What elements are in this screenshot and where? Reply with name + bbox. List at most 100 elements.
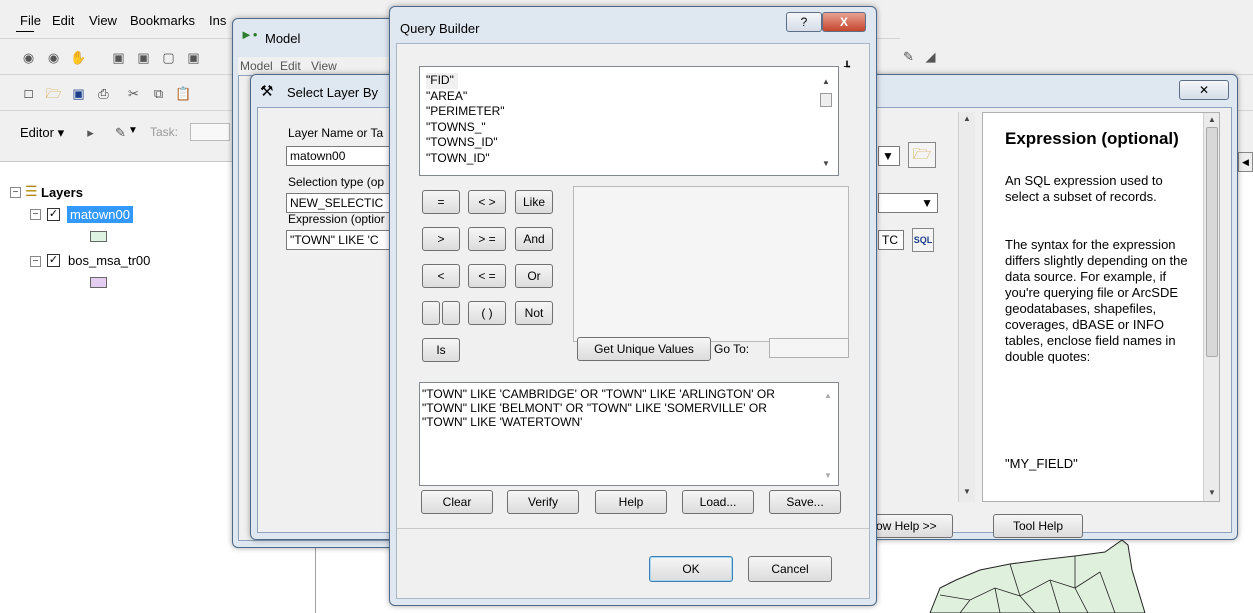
menu-bookmarks[interactable]: Bookmarks <box>130 13 195 28</box>
fields-scroll-thumb[interactable] <box>820 93 832 107</box>
paste-icon[interactable]: 📋 <box>175 85 192 102</box>
expr-scroll-down-icon[interactable]: ▼ <box>824 471 832 480</box>
ok-button[interactable]: OK <box>649 556 733 582</box>
op-percent-button[interactable] <box>442 301 460 325</box>
field-towns[interactable]: "TOWNS_" <box>426 120 505 136</box>
layer-dropdown[interactable]: ▼ <box>878 146 900 166</box>
op-less-button[interactable]: < <box>422 264 460 288</box>
scroll-up-icon[interactable]: ▲ <box>963 114 971 123</box>
cancel-button[interactable]: Cancel <box>748 556 832 582</box>
map-scroll-icon[interactable]: ◀ <box>1238 152 1253 172</box>
editor-menu[interactable]: Editor ▾ <box>20 125 64 141</box>
query-builder-window: Query Builder ? X "FID" "AREA" "PERIMETE… <box>389 6 877 606</box>
field-fid[interactable]: "FID" <box>426 73 458 89</box>
clear-button[interactable]: Clear <box>421 490 493 514</box>
expression-partial[interactable]: TC <box>878 230 904 250</box>
layers-root[interactable]: Layers <box>41 185 83 200</box>
qb-help-button[interactable]: ? <box>786 12 822 32</box>
sketch-dropdown-icon[interactable]: ▼ <box>128 125 138 136</box>
measure-icon[interactable]: ✎ <box>900 48 917 65</box>
menu-view[interactable]: View <box>89 13 117 28</box>
bos-checkbox[interactable]: ✓ <box>47 254 60 267</box>
expression-textarea[interactable]: "TOWN" LIKE 'CAMBRIDGE' OR "TOWN" LIKE '… <box>419 382 839 486</box>
selection-dropdown[interactable]: ▼ <box>878 193 938 213</box>
field-perimeter[interactable]: "PERIMETER" <box>426 104 505 120</box>
expr-scroll-up-icon[interactable]: ▲ <box>824 391 832 400</box>
op-equals-button[interactable]: = <box>422 190 460 214</box>
resize-grip-icon[interactable]: ┺ <box>844 62 850 73</box>
field-towns-id[interactable]: "TOWNS_ID" <box>426 135 505 151</box>
goto-field[interactable] <box>769 338 849 358</box>
new-document-icon[interactable]: □ <box>20 85 37 102</box>
verify-button[interactable]: Verify <box>507 490 579 514</box>
layer-name-field[interactable]: matown00 <box>286 146 396 166</box>
graph-icon[interactable]: ◢ <box>922 48 939 65</box>
expression-field[interactable]: "TOWN" LIKE 'C <box>286 230 396 250</box>
unique-values-list[interactable] <box>573 186 849 342</box>
print-icon[interactable]: ⎙ <box>95 85 112 102</box>
bos-msa-symbol[interactable] <box>90 277 107 288</box>
sql-builder-icon[interactable]: SQL <box>912 228 934 252</box>
op-like-button[interactable]: Like <box>515 190 553 214</box>
menu-file[interactable]: File <box>20 13 41 28</box>
op-underscore-button[interactable] <box>422 301 440 325</box>
help-button[interactable]: Help <box>595 490 667 514</box>
fields-scroll-up-icon[interactable]: ▲ <box>822 77 830 86</box>
op-greater-equal-button[interactable]: > = <box>468 227 506 251</box>
menu-edit[interactable]: Edit <box>52 13 74 28</box>
selection-type-field[interactable]: NEW_SELECTIC <box>286 193 396 213</box>
get-unique-values-button[interactable]: Get Unique Values <box>577 337 711 361</box>
scale-icon[interactable]: ▣ <box>185 49 202 66</box>
zoom-out-icon[interactable]: ◉ <box>45 49 62 66</box>
dialog-scrollbar[interactable]: ▲ ▼ <box>958 112 975 502</box>
task-dropdown[interactable] <box>190 123 230 141</box>
matown00-collapse-icon[interactable]: − <box>30 209 41 220</box>
model-menu-model[interactable]: Model <box>240 59 273 73</box>
op-and-button[interactable]: And <box>515 227 553 251</box>
model-menu-view[interactable]: View <box>311 59 337 73</box>
edit-tool-icon[interactable]: ▸ <box>82 124 99 141</box>
op-less-equal-button[interactable]: < = <box>468 264 506 288</box>
help-scroll-thumb[interactable] <box>1206 127 1218 357</box>
save-button[interactable]: Save... <box>769 490 841 514</box>
load-button[interactable]: Load... <box>682 490 754 514</box>
pan-icon[interactable]: ✋ <box>70 49 87 66</box>
fields-list[interactable]: "FID" "AREA" "PERIMETER" "TOWNS_" "TOWNS… <box>419 66 839 176</box>
layer-bos-msa-tr00[interactable]: bos_msa_tr00 <box>68 253 150 268</box>
help-scroll-up-icon[interactable]: ▲ <box>1208 115 1216 124</box>
full-extent-icon[interactable]: ▢ <box>160 49 177 66</box>
cut-icon[interactable]: ✂ <box>125 85 142 102</box>
matown00-symbol[interactable] <box>90 231 107 242</box>
expression-text: "TOWN" LIKE 'CAMBRIDGE' OR "TOWN" LIKE '… <box>422 387 775 429</box>
op-is-button[interactable]: Is <box>422 338 460 362</box>
op-or-button[interactable]: Or <box>515 264 553 288</box>
open-folder-icon[interactable]: 🗁 <box>45 85 62 102</box>
menu-insert[interactable]: Ins <box>209 13 226 28</box>
op-parentheses-button[interactable]: ( ) <box>468 301 506 325</box>
zoom-in-icon[interactable]: ◉ <box>20 49 37 66</box>
select-layer-close-button[interactable]: ✕ <box>1179 80 1229 100</box>
save-icon[interactable]: ▣ <box>70 85 87 102</box>
op-not-button[interactable]: Not <box>515 301 553 325</box>
model-menu-edit[interactable]: Edit <box>280 59 301 73</box>
help-scroll-down-icon[interactable]: ▼ <box>1208 488 1216 497</box>
bos-collapse-icon[interactable]: − <box>30 256 41 267</box>
layers-collapse-icon[interactable]: − <box>10 187 21 198</box>
op-greater-button[interactable]: > <box>422 227 460 251</box>
copy-icon[interactable]: ⧉ <box>150 85 167 102</box>
matown00-checkbox[interactable]: ✓ <box>47 208 60 221</box>
op-not-equal-button[interactable]: < > <box>468 190 506 214</box>
scroll-down-icon[interactable]: ▼ <box>963 487 971 496</box>
field-area[interactable]: "AREA" <box>426 89 505 105</box>
layer-matown00[interactable]: matown00 <box>67 206 133 223</box>
fixed-zoom-out-icon[interactable]: ▣ <box>135 49 152 66</box>
help-scrollbar[interactable]: ▲ ▼ <box>1203 113 1219 501</box>
map-display[interactable] <box>860 540 1253 613</box>
tool-help-button[interactable]: Tool Help <box>993 514 1083 538</box>
browse-folder-button[interactable]: 🗁 <box>908 142 936 168</box>
fixed-zoom-in-icon[interactable]: ▣ <box>110 49 127 66</box>
fields-scroll-down-icon[interactable]: ▼ <box>822 159 830 168</box>
qb-close-button[interactable]: X <box>822 12 866 32</box>
sketch-tool-icon[interactable]: ✎ <box>112 124 129 141</box>
field-town-id[interactable]: "TOWN_ID" <box>426 151 505 167</box>
